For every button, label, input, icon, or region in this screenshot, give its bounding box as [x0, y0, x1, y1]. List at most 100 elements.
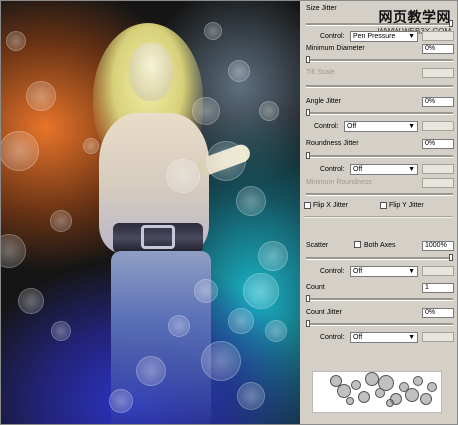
slider-thumb[interactable] — [306, 320, 310, 327]
chevron-down-icon: ▼ — [408, 334, 415, 341]
angle-control-value: Off — [347, 123, 357, 130]
size-control-label: Control: — [320, 33, 345, 40]
minimum-diameter-label: Minimum Diameter — [306, 45, 365, 52]
minimum-roundness-label: Minimum Roundness — [306, 179, 372, 186]
bokeh-circle — [192, 97, 220, 125]
roundness-control-value: Off — [353, 166, 363, 173]
count-label: Count — [306, 284, 325, 291]
brush-dab — [346, 397, 354, 405]
both-axes-checkbox[interactable] — [354, 241, 361, 248]
tilt-scale-slider — [306, 85, 453, 88]
slider-thumb[interactable] — [306, 152, 310, 159]
bokeh-circle — [237, 382, 265, 410]
count-control-select[interactable]: Off ▼ — [350, 332, 418, 343]
model-face — [129, 43, 173, 101]
bokeh-circle — [1, 234, 26, 268]
angle-jitter-label: Angle Jitter — [306, 98, 342, 105]
brush-dab — [420, 393, 432, 405]
angle-jitter-slider[interactable] — [306, 109, 453, 116]
slider-thumb[interactable] — [306, 109, 310, 116]
tilt-scale-label: Tilt Scale — [306, 69, 335, 76]
angle-control-field — [422, 121, 454, 131]
bokeh-circle — [166, 159, 200, 193]
count-control-value: Off — [353, 334, 363, 341]
brush-dab — [365, 372, 379, 386]
flip-x-label: Flip X Jitter — [313, 202, 349, 209]
angle-control-label: Control: — [314, 123, 339, 130]
bokeh-circle — [194, 279, 218, 303]
slider-thumb[interactable] — [306, 295, 310, 302]
brush-dab — [351, 380, 361, 390]
flip-y-label: Flip Y Jitter — [389, 202, 424, 209]
tilt-scale-field — [422, 68, 454, 78]
scatter-control-select[interactable]: Off ▼ — [350, 266, 418, 277]
scatter-control-label: Control: — [320, 268, 345, 275]
brush-dab — [386, 399, 394, 407]
bokeh-circle — [136, 356, 166, 386]
both-axes-label: Both Axes — [364, 242, 396, 249]
bokeh-circle — [204, 22, 222, 40]
belt-buckle — [141, 225, 175, 249]
brush-dab — [405, 388, 419, 402]
size-control-select[interactable]: Pen Pressure ▼ — [350, 31, 418, 42]
bokeh-circle — [228, 308, 254, 334]
count-jitter-slider[interactable] — [306, 320, 453, 327]
bokeh-circle — [6, 31, 26, 51]
roundness-control-select[interactable]: Off ▼ — [350, 164, 418, 175]
minimum-roundness-field — [422, 178, 454, 188]
slider-thumb[interactable] — [449, 20, 453, 27]
chevron-down-icon: ▼ — [408, 33, 415, 40]
brush-dab — [337, 384, 351, 398]
brush-dab — [413, 376, 423, 386]
bokeh-circle — [206, 141, 246, 181]
count-slider[interactable] — [306, 295, 453, 302]
count-control-label: Control: — [320, 334, 345, 341]
bokeh-circle — [51, 321, 71, 341]
bokeh-circle — [258, 241, 288, 271]
count-jitter-field[interactable]: 0% — [422, 308, 454, 318]
bokeh-circle — [228, 60, 250, 82]
scatter-control-value: Off — [353, 268, 363, 275]
minimum-roundness-slider — [306, 193, 453, 196]
photo-canvas — [1, 1, 300, 424]
roundness-jitter-label: Roundness Jitter — [306, 140, 359, 147]
scatter-label: Scatter — [306, 242, 329, 249]
slider-thumb[interactable] — [306, 56, 310, 63]
bokeh-circle — [168, 315, 190, 337]
brush-dynamics-panel: Size Jitter 网页教学网 WWW.WEB3X.COM Control:… — [300, 1, 457, 424]
chevron-down-icon: ▼ — [408, 268, 415, 275]
brush-stroke-preview — [312, 371, 442, 413]
bokeh-circle — [201, 341, 241, 381]
bokeh-circle — [259, 101, 279, 121]
bokeh-circle — [265, 320, 287, 342]
flip-x-checkbox[interactable] — [304, 202, 311, 209]
count-field[interactable]: 1 — [422, 283, 454, 293]
brush-dab — [427, 382, 437, 392]
brush-dab — [358, 391, 370, 403]
bokeh-circle — [1, 131, 39, 171]
bokeh-circle — [83, 138, 99, 154]
bokeh-circle — [50, 210, 72, 232]
scatter-slider[interactable] — [306, 254, 453, 261]
roundness-jitter-slider[interactable] — [306, 152, 453, 159]
minimum-diameter-field[interactable]: 0% — [422, 44, 454, 54]
angle-jitter-field[interactable]: 0% — [422, 97, 454, 107]
bokeh-circle — [26, 81, 56, 111]
bokeh-circle — [236, 186, 266, 216]
minimum-diameter-slider[interactable] — [306, 56, 453, 63]
size-jitter-slider[interactable] — [306, 20, 453, 27]
scatter-control-field — [422, 266, 454, 276]
scatter-field[interactable]: 1000% — [422, 241, 454, 251]
flip-y-checkbox[interactable] — [380, 202, 387, 209]
separator — [304, 216, 453, 218]
brush-dab — [378, 375, 394, 391]
size-control-value: Pen Pressure — [353, 33, 396, 40]
count-jitter-label: Count Jitter — [306, 309, 342, 316]
chevron-down-icon: ▼ — [408, 123, 415, 130]
bokeh-circle — [243, 273, 279, 309]
slider-thumb[interactable] — [449, 254, 453, 261]
angle-control-select[interactable]: Off ▼ — [344, 121, 418, 132]
roundness-jitter-field[interactable]: 0% — [422, 139, 454, 149]
size-control-field — [422, 31, 454, 41]
chevron-down-icon: ▼ — [408, 166, 415, 173]
